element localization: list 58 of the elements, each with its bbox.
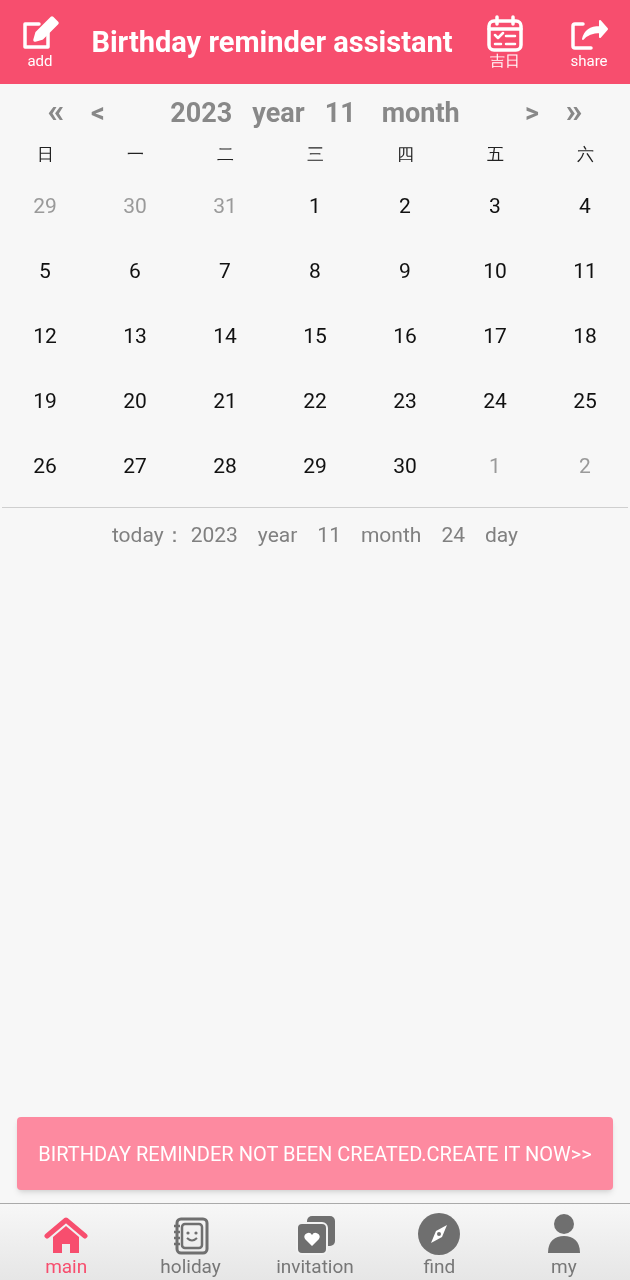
calendar-day[interactable]: 29 <box>303 450 327 483</box>
today-month-label: month <box>360 522 422 549</box>
today-year: 2023 <box>190 522 238 549</box>
calendar-day[interactable]: 8 <box>309 255 321 288</box>
calendar-day[interactable]: 23 <box>393 385 417 418</box>
calendar-day[interactable]: 14 <box>213 320 237 353</box>
year-value: 2023 <box>170 95 233 131</box>
year-label: year <box>252 95 305 131</box>
today-day-label: day <box>485 522 519 549</box>
today-month: 11 <box>317 522 341 549</box>
today-label: today： <box>111 522 185 549</box>
calendar-day[interactable]: 24 <box>483 385 507 418</box>
calendar-day[interactable]: 3 <box>489 190 501 223</box>
calendar-day[interactable]: 9 <box>399 255 411 288</box>
calendar-day[interactable]: 12 <box>33 320 57 353</box>
address-book-icon <box>171 1217 210 1255</box>
calendar-day[interactable]: 19 <box>33 385 57 418</box>
calendar-day[interactable]: 28 <box>213 450 237 483</box>
calendar-day[interactable]: 22 <box>303 385 327 418</box>
calendar-day[interactable]: 21 <box>213 385 237 418</box>
home-icon <box>44 1217 89 1255</box>
calendar-day[interactable]: 5 <box>39 255 51 288</box>
tab-item[interactable]: my <box>501 1204 626 1280</box>
weekday-label: 二 <box>216 143 234 166</box>
weekday-label: 一 <box>126 143 144 166</box>
today-year-label: year <box>257 522 298 549</box>
compass-icon <box>418 1213 461 1255</box>
calendar-day[interactable]: 26 <box>33 450 57 483</box>
month-label: month <box>381 95 460 131</box>
calendar-day[interactable]: 30 <box>393 450 417 483</box>
calendar-day[interactable]: 7 <box>219 255 231 288</box>
calendar-day[interactable]: 13 <box>123 320 147 353</box>
weekday-label: 六 <box>576 143 594 166</box>
user-icon <box>546 1213 581 1255</box>
weekday-label: 四 <box>396 143 414 166</box>
calendar-day[interactable]: 18 <box>573 320 597 353</box>
tab-item[interactable]: invitation <box>252 1204 378 1280</box>
calendar-day[interactable]: 2 <box>399 190 411 223</box>
calendar-day[interactable]: 16 <box>393 320 417 353</box>
calendar-day[interactable]: 10 <box>483 255 507 288</box>
calendar-day[interactable]: 25 <box>573 385 597 418</box>
calendar-day[interactable]: 1 <box>309 190 321 223</box>
calendar-day[interactable]: 20 <box>123 385 147 418</box>
calendar-day[interactable]: 6 <box>129 255 141 288</box>
month-value: 11 <box>324 95 356 131</box>
calendar-day[interactable]: 17 <box>483 320 507 353</box>
tab-item[interactable]: holiday <box>128 1204 253 1280</box>
weekday-label: 三 <box>306 143 324 166</box>
calendar-day[interactable]: 11 <box>573 255 597 288</box>
app-title: Birthday reminder assistant <box>90 23 454 61</box>
calendar-day[interactable]: 15 <box>303 320 327 353</box>
weekday-label: 日 <box>36 143 54 166</box>
tab-item[interactable]: find <box>377 1204 502 1280</box>
calendar-icon <box>485 14 525 53</box>
calendar-day[interactable]: 27 <box>123 450 147 483</box>
weekday-label: 五 <box>486 143 504 166</box>
calendar-day[interactable]: 4 <box>579 190 591 223</box>
today-day: 24 <box>441 520 465 552</box>
